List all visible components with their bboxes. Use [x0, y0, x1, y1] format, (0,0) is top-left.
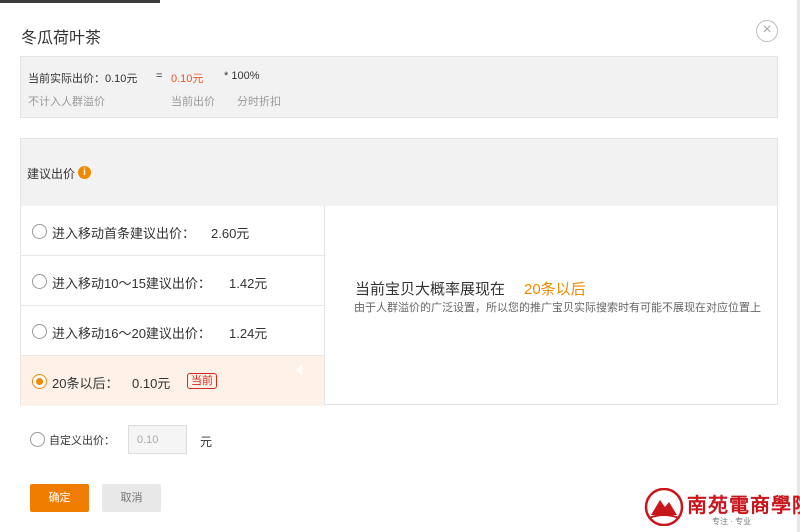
close-icon[interactable]: × — [756, 20, 778, 42]
bid-detail-pane: 当前宝贝大概率展现在 20条以后 由于人群溢价的广泛设置，所以您的推广宝贝实际搜… — [326, 206, 777, 405]
time-discount-value: * 100% — [224, 70, 260, 82]
suggested-bid-title: 建议出价 — [27, 167, 76, 181]
dialog-title: 冬瓜荷叶茶 — [21, 30, 102, 47]
actual-bid-label: 当前实际出价：0.10元 — [28, 73, 138, 85]
bid-option-label: 进入移动首条建议出价： — [52, 226, 196, 241]
bid-option-label: 进入移动16～20建议出价： — [52, 326, 211, 341]
suggested-bid-header: 建议出价 i — [21, 139, 777, 206]
sub-label-current-bid: 当前出价 — [171, 96, 215, 108]
window-top-strip — [0, 0, 160, 3]
bid-option-price: 1.42元 — [229, 276, 268, 291]
bid-option-10-15[interactable]: 进入移动10～15建议出价： 1.42元 — [21, 256, 324, 306]
bid-summary-panel: 当前实际出价：0.10元 = 0.10元 * 100% 不计入人群溢价 当前出价… — [20, 56, 778, 118]
detail-description: 由于人群溢价的广泛设置，所以您的推广宝贝实际搜索时有可能不展现在对应位置上 — [354, 302, 761, 314]
bid-option-after-20[interactable]: 20条以后： 0.10元 当前 — [21, 356, 324, 406]
watermark-slogan: 专注 · 专业 — [712, 517, 752, 526]
selection-pointer-arrow — [296, 364, 302, 376]
bid-option-price: 0.10元 — [132, 376, 171, 391]
bid-option-label: 进入移动10～15建议出价： — [52, 276, 211, 291]
bid-option-label: 20条以后： — [52, 376, 119, 391]
equals-sign: = — [156, 70, 163, 82]
bid-options-list: 进入移动首条建议出价： 2.60元 进入移动10～15建议出价： 1.42元 进… — [21, 206, 325, 406]
watermark-logo-icon — [644, 488, 684, 526]
confirm-button[interactable]: 确定 — [30, 484, 89, 512]
custom-bid-label: 自定义出价： — [49, 435, 115, 447]
bid-option-price: 1.24元 — [229, 326, 268, 341]
current-badge: 当前 — [187, 373, 217, 389]
radio-button[interactable] — [32, 224, 47, 239]
detail-headline: 当前宝贝大概率展现在 — [355, 281, 506, 298]
bid-option-price: 2.60元 — [211, 226, 250, 241]
custom-bid-input[interactable] — [128, 425, 187, 454]
custom-bid-radio[interactable] — [30, 432, 45, 447]
info-icon[interactable]: i — [78, 166, 91, 179]
cancel-button[interactable]: 取消 — [102, 484, 161, 512]
sub-label-crowd-premium: 不计入人群溢价 — [28, 96, 105, 108]
detail-highlight: 20条以后 — [524, 281, 586, 298]
custom-bid-unit: 元 — [200, 435, 213, 449]
current-bid-value: 0.10元 — [171, 73, 204, 85]
watermark-name: 南苑電商學院 — [687, 493, 800, 517]
bid-option-top-slot[interactable]: 进入移动首条建议出价： 2.60元 — [21, 206, 324, 256]
radio-button-selected[interactable] — [32, 374, 47, 389]
sub-label-time-discount: 分时折扣 — [237, 96, 281, 108]
radio-button[interactable] — [32, 324, 47, 339]
radio-button[interactable] — [32, 274, 47, 289]
bid-option-16-20[interactable]: 进入移动16～20建议出价： 1.24元 — [21, 306, 324, 356]
suggested-bid-panel: 建议出价 i 进入移动首条建议出价： 2.60元 进入移动10～15建议出价： … — [20, 138, 778, 406]
